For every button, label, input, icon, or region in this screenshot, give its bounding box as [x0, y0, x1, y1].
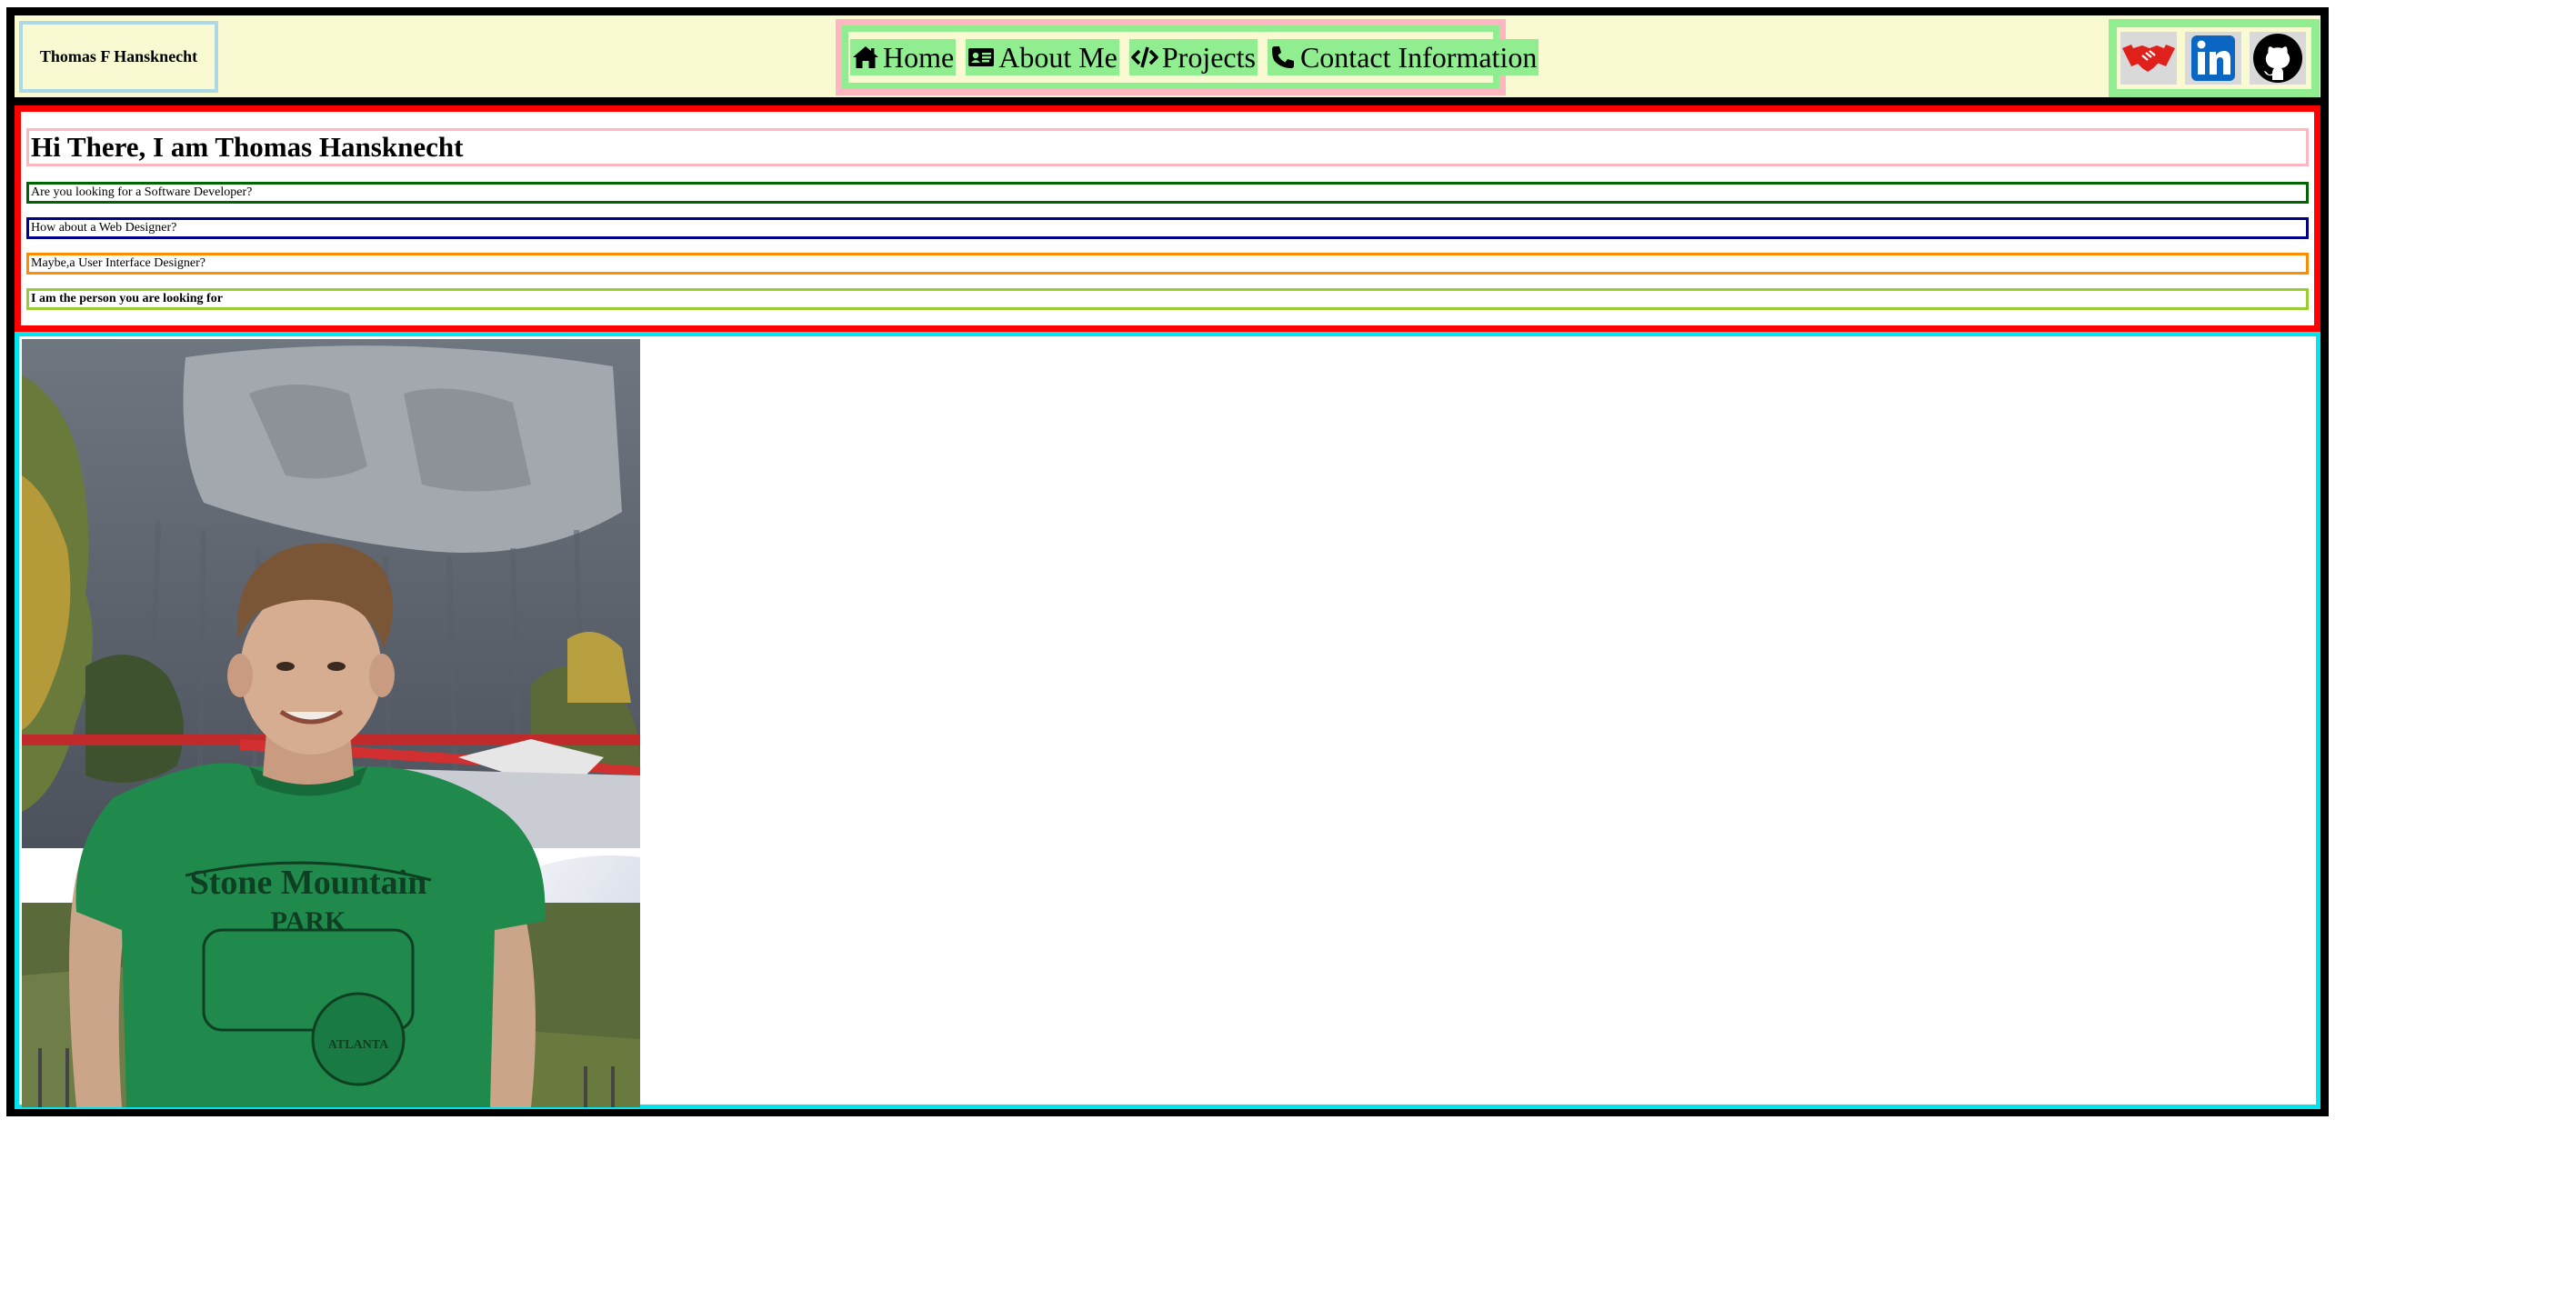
phone-icon: [1269, 44, 1297, 71]
nav-about-link[interactable]: About Me: [966, 39, 1119, 75]
social-links: [2109, 19, 2320, 97]
intro-line-ui-designer: Maybe,a User Interface Designer?: [26, 253, 2309, 275]
handshake-link[interactable]: [2120, 32, 2177, 85]
linkedin-icon: [2190, 34, 2237, 83]
intro-line-closing: I am the person you are looking for: [26, 288, 2309, 310]
github-icon: [2252, 33, 2303, 84]
nav-home-label: Home: [883, 40, 955, 74]
brand-name[interactable]: Thomas F Hansknecht: [19, 21, 218, 93]
id-card-icon: [967, 44, 995, 71]
nav-contact-label: Contact Information: [1299, 40, 1538, 74]
page-frame: Thomas F Hansknecht Home About Me Projec…: [6, 7, 2329, 1116]
github-link[interactable]: [2250, 32, 2306, 85]
shirt-text-main: Stone Mountain: [190, 864, 427, 902]
intro-section: Hi There, I am Thomas Hansknecht Are you…: [15, 105, 2320, 332]
main-nav-inner: Home About Me Projects Contact Informati…: [842, 25, 1539, 89]
photo-section: Stone Mountain PARK ATLANTA: [15, 332, 2320, 1109]
nav-home-link[interactable]: Home: [850, 39, 957, 75]
code-icon: [1131, 44, 1158, 71]
handshake-icon: [2120, 35, 2177, 81]
nav-projects-label: Projects: [1161, 40, 1256, 74]
home-icon: [852, 44, 879, 71]
nav-projects-link[interactable]: Projects: [1128, 39, 1258, 75]
nav-contact-link[interactable]: Contact Information: [1267, 39, 1539, 75]
profile-photo: Stone Mountain PARK ATLANTA: [22, 339, 640, 1107]
linkedin-link[interactable]: [2185, 32, 2241, 85]
intro-line-software-developer: Are you looking for a Software Developer…: [26, 182, 2309, 204]
site-header: Thomas F Hansknecht Home About Me Projec…: [15, 15, 2320, 105]
intro-greeting: Hi There, I am Thomas Hansknecht: [26, 128, 2309, 166]
shirt-text-city: ATLANTA: [328, 1038, 389, 1052]
shirt-text-park: PARK: [271, 906, 346, 936]
main-nav: Home About Me Projects Contact Informati…: [836, 19, 1539, 95]
intro-line-web-designer: How about a Web Designer?: [26, 217, 2309, 239]
nav-about-label: About Me: [998, 40, 1118, 74]
